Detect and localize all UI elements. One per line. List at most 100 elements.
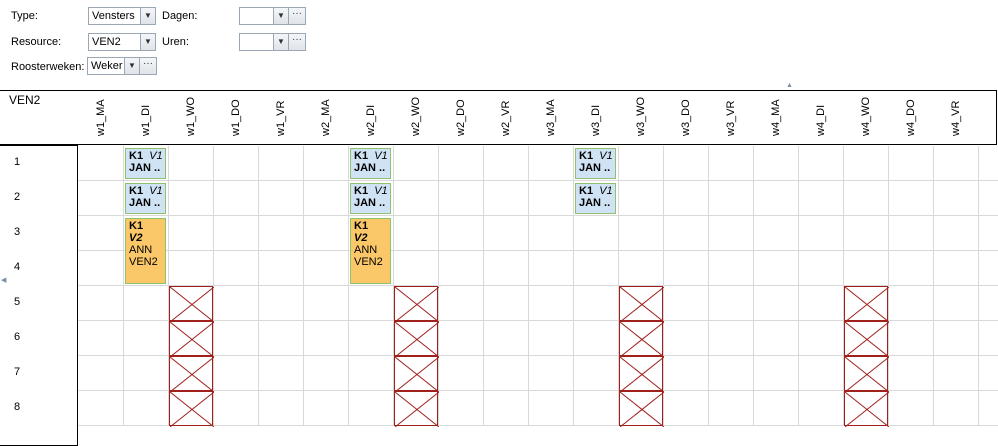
- lesson-class: K1: [354, 185, 369, 197]
- blocked-cell[interactable]: [844, 356, 889, 392]
- column-header[interactable]: w2_MA: [303, 92, 348, 144]
- column-header[interactable]: w3_WO: [618, 92, 663, 144]
- type-select[interactable]: Vensters ▼: [88, 7, 156, 25]
- column-header[interactable]: w4_MA: [753, 92, 798, 144]
- column-header-label: w4_VR: [949, 100, 962, 136]
- blocked-cell[interactable]: [844, 321, 889, 357]
- resource-select-value: VEN2: [92, 36, 121, 48]
- chevron-down-icon[interactable]: ▼: [273, 34, 288, 50]
- column-header[interactable]: w1_DO: [213, 92, 258, 144]
- roosterweken-select[interactable]: Weker ▼ ···: [87, 57, 157, 75]
- lesson-line: K1 V1: [579, 150, 613, 162]
- column-header[interactable]: w3_DO: [663, 92, 708, 144]
- blocked-cell[interactable]: [619, 356, 664, 392]
- blocked-cell[interactable]: [619, 321, 664, 357]
- column-header-label: w2_MA: [319, 99, 332, 136]
- column-header[interactable]: w1_VR: [258, 92, 303, 144]
- lesson-line: K1 V1: [354, 185, 388, 197]
- grid-vline: [483, 146, 484, 426]
- grid-vline: [573, 146, 574, 426]
- row-header[interactable]: 3: [14, 226, 20, 238]
- column-header[interactable]: w4_DO: [888, 92, 933, 144]
- column-header[interactable]: w1_MA: [78, 92, 123, 144]
- grid-vline: [753, 146, 754, 426]
- column-header-label: w4_MA: [769, 99, 782, 136]
- column-header[interactable]: w3_MA: [528, 92, 573, 144]
- lesson-block[interactable]: K1 V1 JAN ..: [575, 183, 616, 214]
- uren-select[interactable]: ▼ ···: [239, 33, 306, 51]
- grid-vline: [708, 146, 709, 426]
- blocked-cell[interactable]: [394, 391, 439, 427]
- blocked-cell[interactable]: [844, 286, 889, 322]
- row-header[interactable]: 8: [14, 401, 20, 413]
- column-header[interactable]: w1_WO: [168, 92, 213, 144]
- lesson-class: K1: [129, 220, 144, 232]
- lesson-subject: V1: [599, 150, 613, 162]
- lesson-teacher: JAN ..: [129, 197, 161, 209]
- lesson-block[interactable]: K1 V2 ANN VEN2: [350, 218, 391, 284]
- blocked-cell[interactable]: [169, 356, 214, 392]
- lesson-block[interactable]: K1 V1 JAN ..: [125, 148, 166, 179]
- row-header[interactable]: 2: [14, 191, 20, 203]
- dagen-select[interactable]: ▼ ···: [239, 7, 306, 25]
- lesson-subject: V2: [129, 232, 143, 244]
- blocked-cell[interactable]: [394, 356, 439, 392]
- cross-icon: [170, 322, 214, 357]
- blocked-cell[interactable]: [169, 321, 214, 357]
- lesson-block[interactable]: K1 V1 JAN ..: [575, 148, 616, 179]
- lesson-room: VEN2: [129, 256, 158, 268]
- lesson-teacher: ANN: [129, 244, 153, 256]
- blocked-cell[interactable]: [169, 391, 214, 427]
- column-header[interactable]: w3_DI: [573, 92, 618, 144]
- blocked-cell[interactable]: [844, 391, 889, 427]
- lesson-block[interactable]: K1 V1 JAN ..: [350, 148, 391, 179]
- dagen-label: Dagen:: [162, 10, 198, 22]
- column-header-label: w2_VR: [499, 100, 512, 136]
- grid-title: VEN2: [9, 93, 41, 107]
- lesson-teacher: JAN ..: [129, 162, 161, 174]
- blocked-cell[interactable]: [619, 286, 664, 322]
- column-header-label: w1_MA: [94, 99, 107, 136]
- ellipsis-icon[interactable]: ···: [288, 8, 305, 24]
- lesson-block[interactable]: K1 V1 JAN ..: [125, 183, 166, 214]
- cross-icon: [845, 322, 889, 357]
- cross-icon: [170, 357, 214, 392]
- lesson-line: K1 V1: [354, 150, 388, 162]
- ellipsis-icon[interactable]: ···: [139, 58, 156, 74]
- lesson-block[interactable]: K1 V1 JAN ..: [350, 183, 391, 214]
- blocked-cell[interactable]: [394, 321, 439, 357]
- grid-vline: [798, 146, 799, 426]
- chevron-down-icon[interactable]: ▼: [140, 34, 155, 50]
- column-header[interactable]: w4_WO: [843, 92, 888, 144]
- lesson-subject: V2: [354, 232, 368, 244]
- blocked-cell[interactable]: [394, 286, 439, 322]
- column-header[interactable]: w2_DO: [438, 92, 483, 144]
- row-header[interactable]: 7: [14, 366, 20, 378]
- column-header-label: w3_MA: [544, 99, 557, 136]
- chevron-down-icon[interactable]: ▼: [273, 8, 288, 24]
- column-header[interactable]: w2_VR: [483, 92, 528, 144]
- column-header[interactable]: w2_DI: [348, 92, 393, 144]
- row-header[interactable]: 1: [14, 156, 20, 168]
- blocked-cell[interactable]: [619, 391, 664, 427]
- row-header[interactable]: 6: [14, 331, 20, 343]
- blocked-cell[interactable]: [169, 286, 214, 322]
- column-header[interactable]: w1_DI: [123, 92, 168, 144]
- ellipsis-icon[interactable]: ···: [288, 34, 305, 50]
- splitter-up-icon[interactable]: ▲: [786, 82, 793, 89]
- column-header[interactable]: w4_DI: [798, 92, 843, 144]
- chevron-down-icon[interactable]: ▼: [124, 58, 139, 74]
- column-header[interactable]: w2_WO: [393, 92, 438, 144]
- row-header[interactable]: 4: [14, 261, 20, 273]
- cross-icon: [845, 357, 889, 392]
- resource-select[interactable]: VEN2 ▼: [88, 33, 156, 51]
- grid-vline: [528, 146, 529, 426]
- chevron-down-icon[interactable]: ▼: [140, 8, 155, 24]
- cross-icon: [845, 287, 889, 322]
- lesson-line: K1 V1: [129, 185, 163, 197]
- grid-hline: [78, 215, 998, 216]
- column-header[interactable]: w4_VR: [933, 92, 978, 144]
- row-header[interactable]: 5: [14, 296, 20, 308]
- lesson-block[interactable]: K1 V2 ANN VEN2: [125, 218, 166, 284]
- column-header[interactable]: w3_VR: [708, 92, 753, 144]
